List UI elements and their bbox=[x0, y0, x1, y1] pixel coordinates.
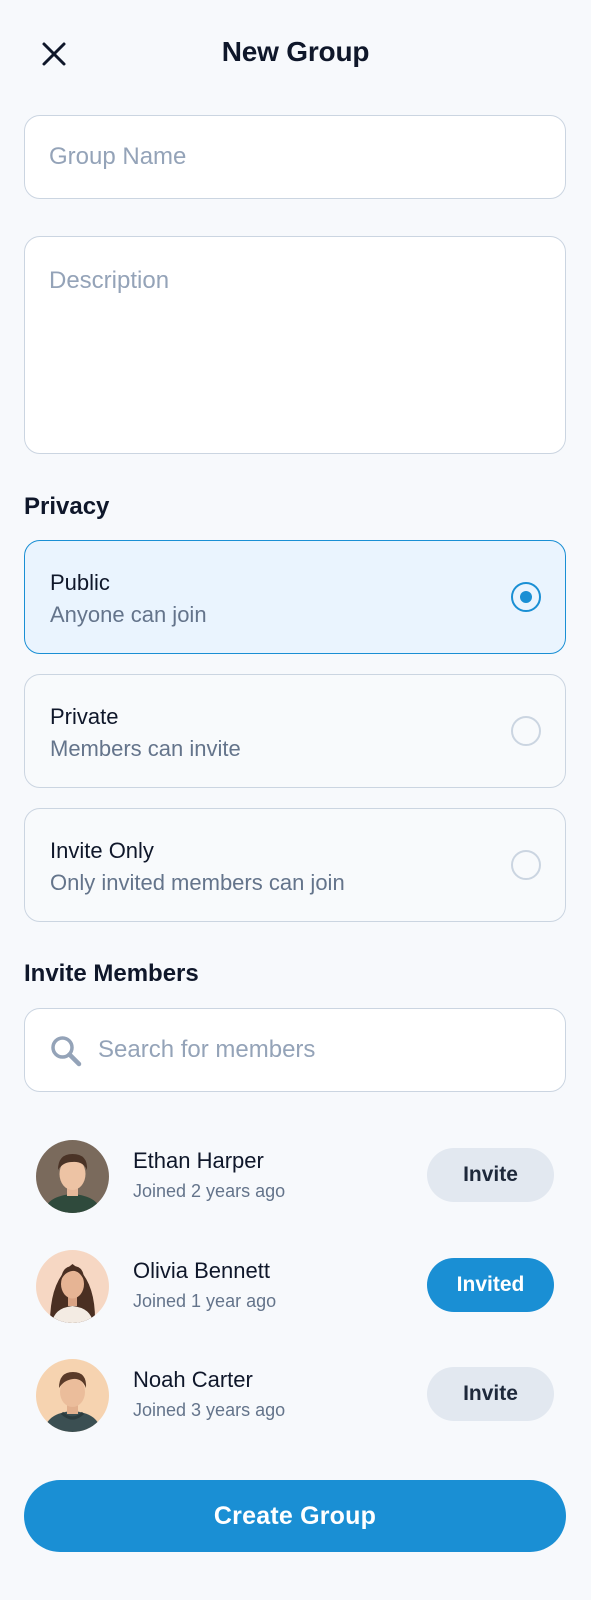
privacy-option-title: Public bbox=[50, 570, 110, 595]
member-name: Noah Carter bbox=[133, 1367, 253, 1392]
member-row: Ethan Harper Joined 2 years ago Invite bbox=[24, 1136, 566, 1216]
header: New Group bbox=[0, 0, 591, 108]
member-search-input[interactable] bbox=[25, 1009, 565, 1090]
member-search-container bbox=[24, 1008, 566, 1092]
privacy-option-private[interactable]: Private Members can invite bbox=[24, 674, 566, 788]
member-name: Ethan Harper bbox=[133, 1148, 264, 1173]
invite-members-heading: Invite Members bbox=[24, 960, 199, 987]
avatar bbox=[36, 1359, 109, 1432]
privacy-heading: Privacy bbox=[24, 493, 110, 520]
privacy-option-subtitle: Anyone can join bbox=[50, 602, 207, 627]
avatar bbox=[36, 1250, 109, 1323]
page-title: New Group bbox=[221, 36, 370, 67]
privacy-option-title: Private bbox=[50, 704, 119, 729]
radio-button[interactable] bbox=[511, 716, 541, 746]
member-row: Olivia Bennett Joined 1 year ago Invited bbox=[24, 1246, 566, 1326]
member-row: Noah Carter Joined 3 years ago Invite bbox=[24, 1355, 566, 1435]
member-joined: Joined 2 years ago bbox=[133, 1181, 286, 1201]
member-joined: Joined 3 years ago bbox=[133, 1400, 286, 1420]
radio-button[interactable] bbox=[511, 850, 541, 880]
group-name-field-container bbox=[24, 115, 566, 199]
invite-button[interactable]: Invite bbox=[427, 1148, 554, 1202]
member-joined: Joined 1 year ago bbox=[133, 1291, 277, 1311]
invite-button[interactable]: Invite bbox=[427, 1367, 554, 1421]
privacy-option-subtitle: Members can invite bbox=[50, 736, 241, 761]
privacy-option-subtitle: Only invited members can join bbox=[50, 870, 345, 895]
privacy-option-public[interactable]: Public Anyone can join bbox=[24, 540, 566, 654]
privacy-option-invite-only[interactable]: Invite Only Only invited members can joi… bbox=[24, 808, 566, 922]
member-name: Olivia Bennett bbox=[133, 1258, 270, 1283]
privacy-option-title: Invite Only bbox=[50, 838, 154, 863]
invited-button[interactable]: Invited bbox=[427, 1258, 554, 1312]
search-icon bbox=[51, 1036, 82, 1067]
create-group-button[interactable]: Create Group bbox=[24, 1480, 566, 1552]
group-name-input[interactable] bbox=[25, 116, 565, 197]
avatar bbox=[36, 1140, 109, 1213]
description-input[interactable] bbox=[25, 237, 565, 451]
description-field-container bbox=[24, 236, 566, 454]
radio-button-selected[interactable] bbox=[511, 582, 541, 612]
